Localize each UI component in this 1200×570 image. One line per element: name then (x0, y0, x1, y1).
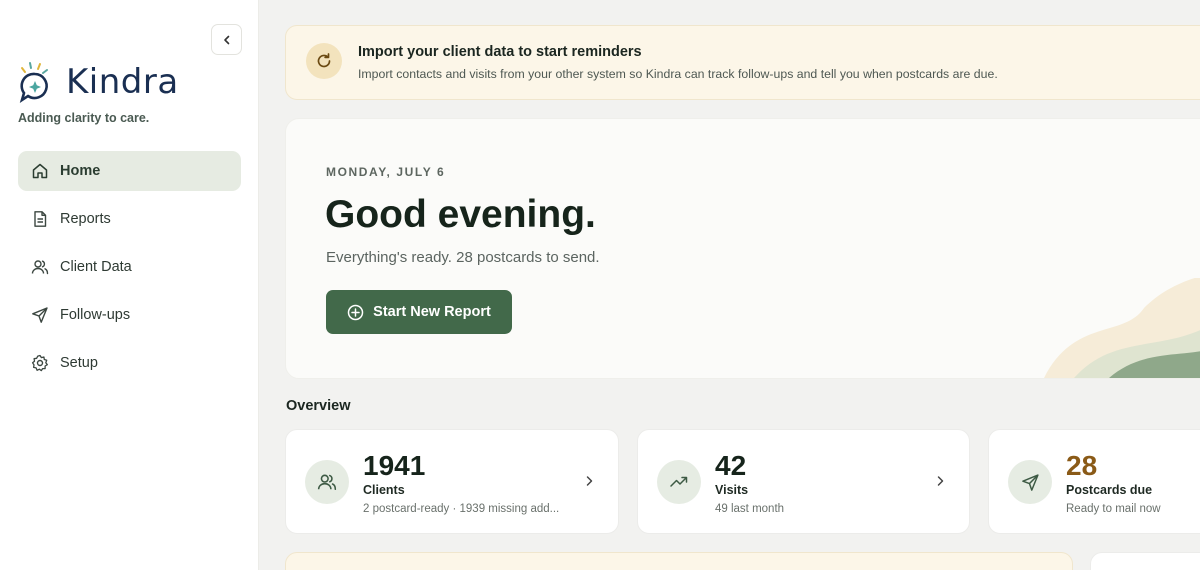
file-icon (30, 210, 49, 229)
refresh-icon (306, 43, 342, 79)
sidebar-item-follow-ups[interactable]: Follow-ups (18, 295, 241, 335)
send-icon (1008, 460, 1052, 504)
stat-label: Clients (363, 483, 405, 497)
sidebar: Kindra Adding clarity to care. Home Repo… (0, 0, 259, 570)
banner-text: Import contacts and visits from your oth… (358, 67, 998, 81)
plus-circle-icon (347, 304, 364, 320)
stat-value: 1941 (363, 450, 426, 481)
sidebar-item-client-data[interactable]: Client Data (18, 247, 241, 287)
start-new-report-button[interactable]: Start New Report (326, 290, 512, 334)
stat-card-visits[interactable]: 42 Visits 49 last month (637, 429, 970, 534)
home-icon (30, 162, 49, 181)
hero-subtitle: Everything's ready. 28 postcards to send… (326, 249, 600, 266)
stat-subtext: 49 last month (715, 503, 785, 515)
chevron-right-icon[interactable] (582, 474, 596, 488)
stat-value: 28 (1066, 450, 1098, 481)
brand-logo[interactable]: Kindra (16, 60, 179, 104)
sidebar-item-label: Follow-ups (60, 307, 131, 323)
banner-title: Import your client data to start reminde… (358, 44, 642, 60)
send-icon (30, 306, 49, 325)
sidebar-item-label: Client Data (60, 259, 132, 275)
hero-card: MONDAY, JULY 6 Good evening. Everything'… (285, 118, 1200, 379)
users-icon (305, 460, 349, 504)
sidebar-item-label: Home (60, 163, 101, 179)
collapse-sidebar-button[interactable] (211, 24, 242, 55)
page-title: Good evening. (325, 193, 596, 236)
stat-label: Visits (715, 483, 749, 497)
lower-card (285, 552, 1073, 570)
brand-name: Kindra (66, 62, 179, 102)
stat-label: Postcards due (1066, 483, 1153, 497)
chevron-left-icon (223, 35, 229, 44)
stat-subtext: Ready to mail now (1066, 503, 1161, 515)
chevron-right-icon[interactable] (933, 474, 947, 488)
lower-card (1090, 552, 1200, 570)
sidebar-item-reports[interactable]: Reports (18, 199, 241, 239)
import-banner[interactable]: Import your client data to start reminde… (285, 25, 1200, 100)
sidebar-item-label: Reports (60, 211, 111, 227)
sidebar-item-label: Setup (60, 355, 98, 371)
hero-date: MONDAY, JULY 6 (326, 165, 446, 179)
stat-value: 42 (715, 450, 747, 481)
trending-up-icon (657, 460, 701, 504)
kindra-logo-icon (19, 62, 48, 104)
sidebar-item-home[interactable]: Home (18, 151, 241, 191)
start-new-report-label: Start New Report (373, 304, 491, 320)
stat-card-postcards-due[interactable]: 28 Postcards due Ready to mail now (988, 429, 1200, 534)
users-icon (30, 258, 49, 277)
overview-title: Overview (286, 398, 351, 414)
stat-subtext: 2 postcard-ready · 1939 missing add... (363, 503, 560, 515)
sidebar-nav: Home Reports Client Data Follow-ups Setu… (18, 151, 241, 391)
brand-tagline: Adding clarity to care. (18, 111, 150, 125)
gear-icon (30, 354, 49, 373)
stat-card-clients[interactable]: 1941 Clients 2 postcard-ready · 1939 mis… (285, 429, 619, 534)
sidebar-item-setup[interactable]: Setup (18, 343, 241, 383)
hero-decoration (1044, 278, 1200, 378)
